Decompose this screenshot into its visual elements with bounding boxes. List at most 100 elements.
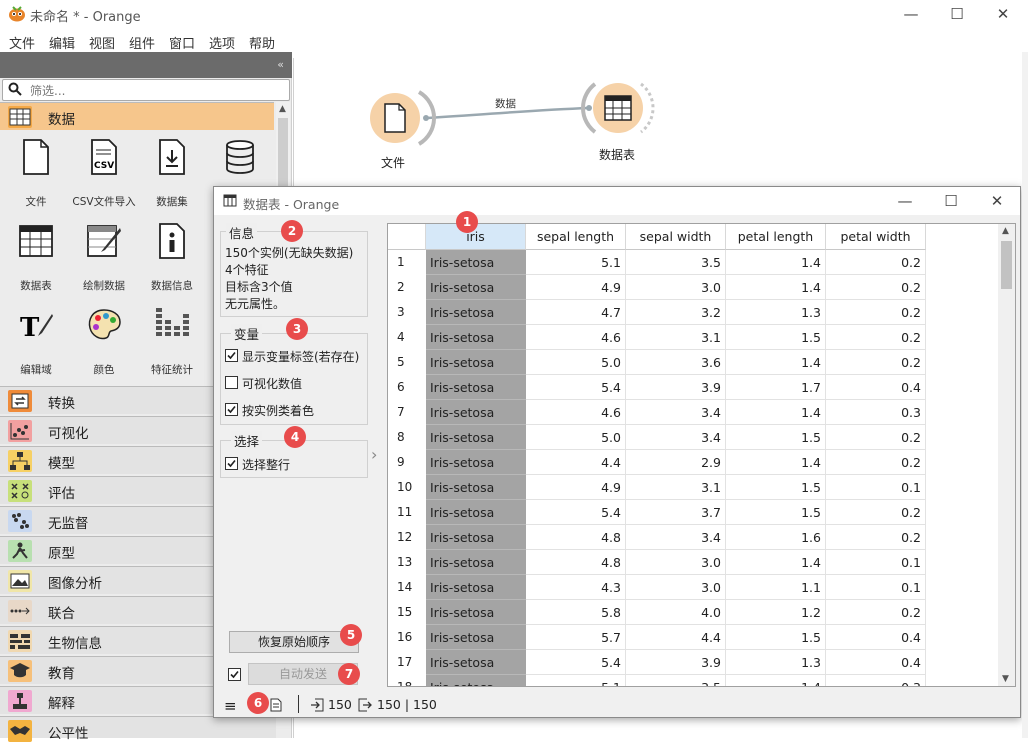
cell-value[interactable]: 3.0 [626, 575, 726, 600]
cell-value[interactable]: 3.4 [626, 425, 726, 450]
row-number[interactable]: 6 [388, 375, 426, 400]
cell-value[interactable]: 0.4 [826, 375, 926, 400]
row-number[interactable]: 9 [388, 450, 426, 475]
cell-value[interactable]: 1.4 [726, 275, 826, 300]
widget-feature-statistics[interactable]: 特征统计 [138, 306, 206, 378]
cell-value[interactable]: 5.0 [526, 425, 626, 450]
cell-value[interactable]: 5.4 [526, 650, 626, 675]
cell-value[interactable]: 3.5 [626, 250, 726, 275]
cell-iris[interactable]: Iris-setosa [426, 500, 526, 525]
cell-value[interactable]: 3.4 [626, 400, 726, 425]
cell-value[interactable]: 5.4 [526, 500, 626, 525]
table-row[interactable]: 17 Iris-setosa 5.4 3.9 1.3 0.4 [388, 650, 998, 675]
table-row[interactable]: 2 Iris-setosa 4.9 3.0 1.4 0.2 [388, 275, 998, 300]
cell-value[interactable]: 5.1 [526, 250, 626, 275]
cell-iris[interactable]: Iris-setosa [426, 650, 526, 675]
cell-value[interactable]: 1.4 [726, 550, 826, 575]
cell-iris[interactable]: Iris-setosa [426, 575, 526, 600]
cell-value[interactable]: 0.3 [826, 675, 926, 686]
table-row[interactable]: 8 Iris-setosa 5.0 3.4 1.5 0.2 [388, 425, 998, 450]
row-number[interactable]: 12 [388, 525, 426, 550]
cell-value[interactable]: 4.3 [526, 575, 626, 600]
table-row[interactable]: 14 Iris-setosa 4.3 3.0 1.1 0.1 [388, 575, 998, 600]
cell-value[interactable]: 0.4 [826, 650, 926, 675]
table-row[interactable]: 9 Iris-setosa 4.4 2.9 1.4 0.2 [388, 450, 998, 475]
table-row[interactable]: 12 Iris-setosa 4.8 3.4 1.6 0.2 [388, 525, 998, 550]
cell-value[interactable]: 1.5 [726, 475, 826, 500]
table-row[interactable]: 4 Iris-setosa 4.6 3.1 1.5 0.2 [388, 325, 998, 350]
report-icon[interactable] [270, 698, 282, 715]
table-row[interactable]: 5 Iris-setosa 5.0 3.6 1.4 0.2 [388, 350, 998, 375]
row-number[interactable]: 1 [388, 250, 426, 275]
cell-value[interactable]: 4.9 [526, 475, 626, 500]
table-row[interactable]: 6 Iris-setosa 5.4 3.9 1.7 0.4 [388, 375, 998, 400]
sub-minimize-button[interactable]: — [882, 189, 928, 213]
widget-datasets[interactable]: 数据集 [138, 138, 206, 210]
cell-value[interactable]: 0.3 [826, 400, 926, 425]
cell-value[interactable]: 4.4 [626, 625, 726, 650]
table-row[interactable]: 15 Iris-setosa 5.8 4.0 1.2 0.2 [388, 600, 998, 625]
checkbox-checked[interactable] [225, 457, 238, 470]
cell-value[interactable]: 0.2 [826, 450, 926, 475]
cell-iris[interactable]: Iris-setosa [426, 475, 526, 500]
hamburger-menu-icon[interactable]: ≡ [224, 697, 237, 715]
cell-value[interactable]: 0.2 [826, 275, 926, 300]
cell-value[interactable]: 5.4 [526, 375, 626, 400]
cell-value[interactable]: 4.8 [526, 525, 626, 550]
table-row[interactable]: 11 Iris-setosa 5.4 3.7 1.5 0.2 [388, 500, 998, 525]
cell-iris[interactable]: Iris-setosa [426, 400, 526, 425]
row-number[interactable]: 18 [388, 675, 426, 686]
cell-value[interactable]: 1.2 [726, 600, 826, 625]
row-number[interactable]: 14 [388, 575, 426, 600]
cell-value[interactable]: 1.5 [726, 425, 826, 450]
cell-iris[interactable]: Iris-setosa [426, 275, 526, 300]
table-row[interactable]: 18Iris-setosa5.13.51.40.3 [388, 675, 998, 686]
table-row[interactable]: 10 Iris-setosa 4.9 3.1 1.5 0.1 [388, 475, 998, 500]
menu-view[interactable]: 视图 [89, 33, 115, 52]
table-row[interactable]: 16 Iris-setosa 5.7 4.4 1.5 0.4 [388, 625, 998, 650]
checkbox-checked[interactable] [225, 403, 238, 416]
cell-iris[interactable]: Iris-setosa [426, 600, 526, 625]
row-number[interactable]: 5 [388, 350, 426, 375]
cell-value[interactable]: 4.7 [526, 300, 626, 325]
menu-file[interactable]: 文件 [9, 33, 35, 52]
auto-send-checkbox[interactable] [228, 668, 241, 681]
row-number[interactable]: 8 [388, 425, 426, 450]
category-data[interactable]: 数据 [0, 102, 274, 130]
cell-value[interactable]: 0.2 [826, 325, 926, 350]
cell-value[interactable]: 1.7 [726, 375, 826, 400]
node-table-label[interactable]: 数据表 [599, 146, 635, 163]
cell-iris[interactable]: Iris-setosa [426, 425, 526, 450]
cell-value[interactable]: 1.4 [726, 675, 826, 686]
cell-value[interactable]: 1.1 [726, 575, 826, 600]
cell-value[interactable]: 4.6 [526, 325, 626, 350]
cell-value[interactable]: 4.4 [526, 450, 626, 475]
cell-value[interactable]: 3.1 [626, 325, 726, 350]
column-header-petal-width[interactable]: petal width [826, 224, 926, 250]
row-number[interactable]: 7 [388, 400, 426, 425]
cell-value[interactable]: 4.6 [526, 400, 626, 425]
corner-header[interactable] [388, 224, 426, 250]
cell-value[interactable]: 0.2 [826, 600, 926, 625]
cell-value[interactable]: 0.4 [826, 625, 926, 650]
cell-iris[interactable]: Iris-setosa [426, 375, 526, 400]
menu-edit[interactable]: 编辑 [49, 33, 75, 52]
table-row[interactable]: 7 Iris-setosa 4.6 3.4 1.4 0.3 [388, 400, 998, 425]
cell-iris[interactable]: Iris-setosa [426, 450, 526, 475]
column-header-petal-length[interactable]: petal length [726, 224, 826, 250]
sub-close-button[interactable]: ✕ [974, 189, 1020, 213]
node-file-label[interactable]: 文件 [381, 154, 405, 171]
cell-value[interactable]: 0.2 [826, 425, 926, 450]
cell-value[interactable]: 3.6 [626, 350, 726, 375]
widget-edit-domain[interactable]: T 编辑域 [2, 306, 70, 378]
cell-value[interactable]: 0.2 [826, 350, 926, 375]
row-number[interactable]: 2 [388, 275, 426, 300]
cell-value[interactable]: 4.8 [526, 550, 626, 575]
cell-value[interactable]: 5.1 [526, 675, 626, 686]
scroll-thumb[interactable] [1001, 241, 1012, 289]
table-row[interactable]: 1 Iris-setosa 5.1 3.5 1.4 0.2 [388, 250, 998, 275]
data-table[interactable]: iris sepal length sepal width petal leng… [387, 223, 1016, 687]
cell-value[interactable]: 1.4 [726, 350, 826, 375]
table-scrollbar[interactable]: ▲ ▼ [998, 224, 1015, 686]
cell-value[interactable]: 0.1 [826, 475, 926, 500]
